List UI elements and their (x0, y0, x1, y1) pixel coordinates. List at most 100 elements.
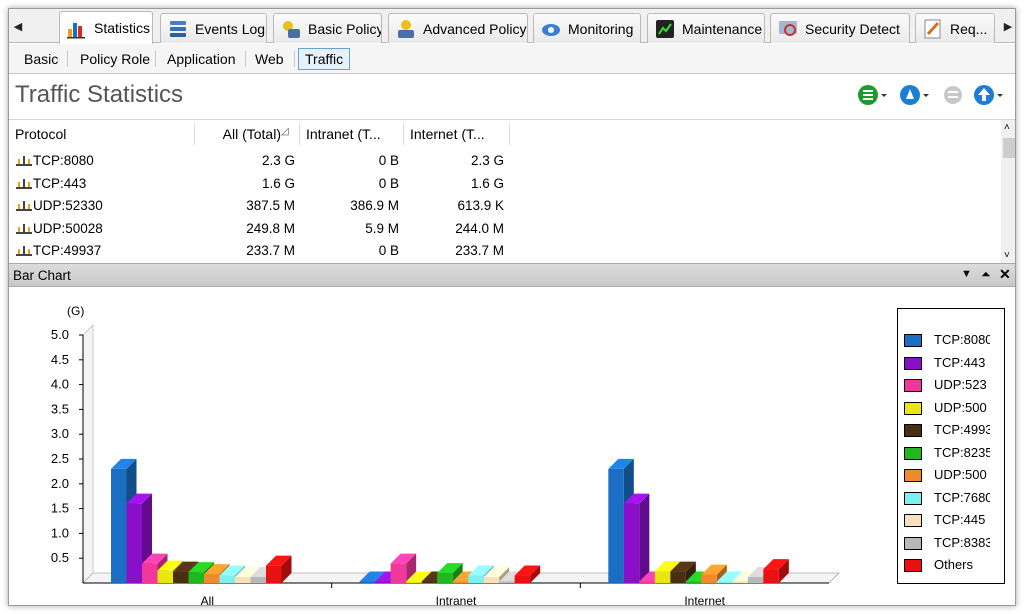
bar (250, 577, 266, 583)
list-view-icon[interactable] (857, 83, 887, 107)
legend-label: TCP:8235 (934, 444, 990, 460)
subtab-policy-role[interactable]: Policy Role (73, 48, 157, 70)
internet-cell: 613.9 K (457, 198, 504, 213)
scroll-up-icon[interactable]: ˄ (1004, 122, 1010, 133)
scrollbar-thumb[interactable] (1003, 138, 1015, 158)
table-row[interactable]: UDP:50028 249.8 M 5.9 M 244.0 M (9, 217, 509, 240)
all-total-cell: 233.7 M (246, 243, 295, 258)
y-tick-label: 3.0 (51, 426, 69, 441)
column-header-internet[interactable]: Internet (T... (404, 123, 510, 145)
x-tick-label: All (201, 594, 214, 606)
protocol-cell: TCP:443 (33, 175, 87, 191)
legend-swatch (904, 536, 922, 550)
y-unit-label: (G) (67, 304, 84, 318)
bar (142, 563, 158, 583)
bar (685, 581, 702, 583)
bar (747, 577, 764, 583)
legend-label: TCP:8080 (934, 332, 990, 347)
legend-label: UDP:523 (934, 377, 987, 392)
separator (245, 51, 246, 67)
legend-swatch (904, 334, 922, 347)
legend-swatch (904, 469, 922, 482)
legend-item: UDP:500 (904, 399, 1000, 417)
subtab-web[interactable]: Web (248, 48, 291, 70)
table-row[interactable]: TCP:49937 233.7 M 0 B 233.7 M (9, 239, 509, 262)
tab-advanced-policy[interactable]: Advanced Policy (388, 13, 528, 43)
main-tab-strip: ◀ ▶ Statistics Events Log Basic Policy A… (9, 9, 1015, 44)
table-row[interactable]: TCP:443 1.6 G 0 B 1.6 G (9, 172, 509, 195)
tab-monitoring[interactable]: Monitoring (533, 13, 641, 43)
legend-swatch (904, 379, 922, 392)
pin-icon[interactable]: ⏶ (981, 267, 991, 282)
chart-view-icon[interactable] (899, 83, 929, 107)
column-header-protocol[interactable]: Protocol (9, 123, 195, 145)
tab-label: Events Log (195, 20, 266, 37)
tab-scroll-right-icon[interactable]: ▶ (1001, 15, 1015, 39)
protocol-cell: UDP:50028 (33, 220, 103, 236)
subtab-basic[interactable]: Basic (17, 48, 65, 70)
bar-chart: (G) 5.0 4.5 4.0 3.5 3.0 2.5 2.0 1.5 1.0 0.5 All Intr… (51, 304, 840, 606)
security-detect-icon (779, 20, 797, 36)
tab-events-log[interactable]: Events Log (160, 13, 267, 43)
tab-label: Req... (950, 20, 988, 37)
tab-label: Statistics (94, 20, 151, 36)
legend-item: TCP:8080 (904, 331, 1000, 349)
legend-item: TCP:443 (904, 354, 1000, 372)
dropdown-arrow-icon[interactable]: ▼ (961, 268, 972, 280)
bar (390, 563, 407, 583)
legend-item: TCP:445 (904, 511, 1000, 529)
tab-statistics[interactable]: Statistics (59, 11, 153, 44)
bar (111, 468, 127, 583)
network-protocol-icon (16, 178, 32, 189)
y-tick-label: 3.5 (51, 401, 69, 416)
y-tick-label: 1.0 (51, 525, 69, 540)
legend-label: Others (934, 557, 974, 572)
legend-label: TCP:4993 (934, 422, 990, 437)
legend-item: TCP:7680 (904, 489, 1000, 507)
close-icon[interactable]: ✕ (999, 266, 1011, 283)
disabled-action-icon[interactable] (941, 83, 971, 107)
bar (608, 468, 624, 583)
subtab-application[interactable]: Application (160, 48, 243, 70)
legend-swatch (904, 401, 922, 415)
separator (67, 51, 68, 67)
scroll-down-icon[interactable]: ˅ (1004, 250, 1010, 261)
bar (654, 571, 671, 583)
bar (219, 575, 235, 583)
tab-maintenance[interactable]: Maintenance (647, 13, 765, 43)
x-tick-label: Internet (684, 594, 725, 606)
legend-item: Others (904, 556, 1000, 574)
monitoring-icon (542, 23, 560, 36)
bar (639, 581, 655, 583)
table-row[interactable]: TCP:8080 2.3 G 0 B 2.3 G (9, 149, 509, 172)
intranet-cell: 0 B (378, 243, 399, 258)
bar (406, 581, 422, 583)
subtab-traffic[interactable]: Traffic (298, 48, 351, 70)
bar (173, 571, 189, 583)
all-total-cell: 2.3 G (261, 153, 295, 168)
legend-swatch (904, 559, 922, 572)
statistics-icon (67, 23, 85, 39)
bar (359, 581, 376, 583)
protocol-cell: UDP:52330 (33, 198, 103, 213)
export-icon[interactable] (973, 83, 1003, 107)
tab-basic-policy[interactable]: Basic Policy (273, 13, 382, 43)
table-scrollbar[interactable]: ˄ ˅ (1001, 120, 1015, 263)
y-tick-label: 4.0 (51, 377, 69, 392)
bar (437, 573, 453, 583)
bar (701, 574, 717, 583)
tab-request[interactable]: Req... (915, 13, 995, 43)
legend-swatch (904, 424, 922, 437)
legend-swatch (904, 514, 922, 527)
tab-scroll-left-icon[interactable]: ◀ (11, 15, 25, 39)
tab-security-detect[interactable]: Security Detect (770, 13, 910, 43)
tab-label: Monitoring (568, 20, 634, 37)
table-row[interactable]: UDP:52330 387.5 M 386.9 M 613.9 K (9, 194, 509, 217)
column-header-intranet[interactable]: Intranet (T... (300, 123, 404, 145)
protocol-cell: TCP:8080 (33, 153, 94, 168)
bar (235, 577, 251, 583)
all-total-cell: 1.6 G (261, 175, 295, 191)
legend-item: TCP:8383 (904, 534, 1000, 552)
legend-label: TCP:445 (934, 512, 986, 527)
legend-label: UDP:500 (934, 399, 987, 415)
